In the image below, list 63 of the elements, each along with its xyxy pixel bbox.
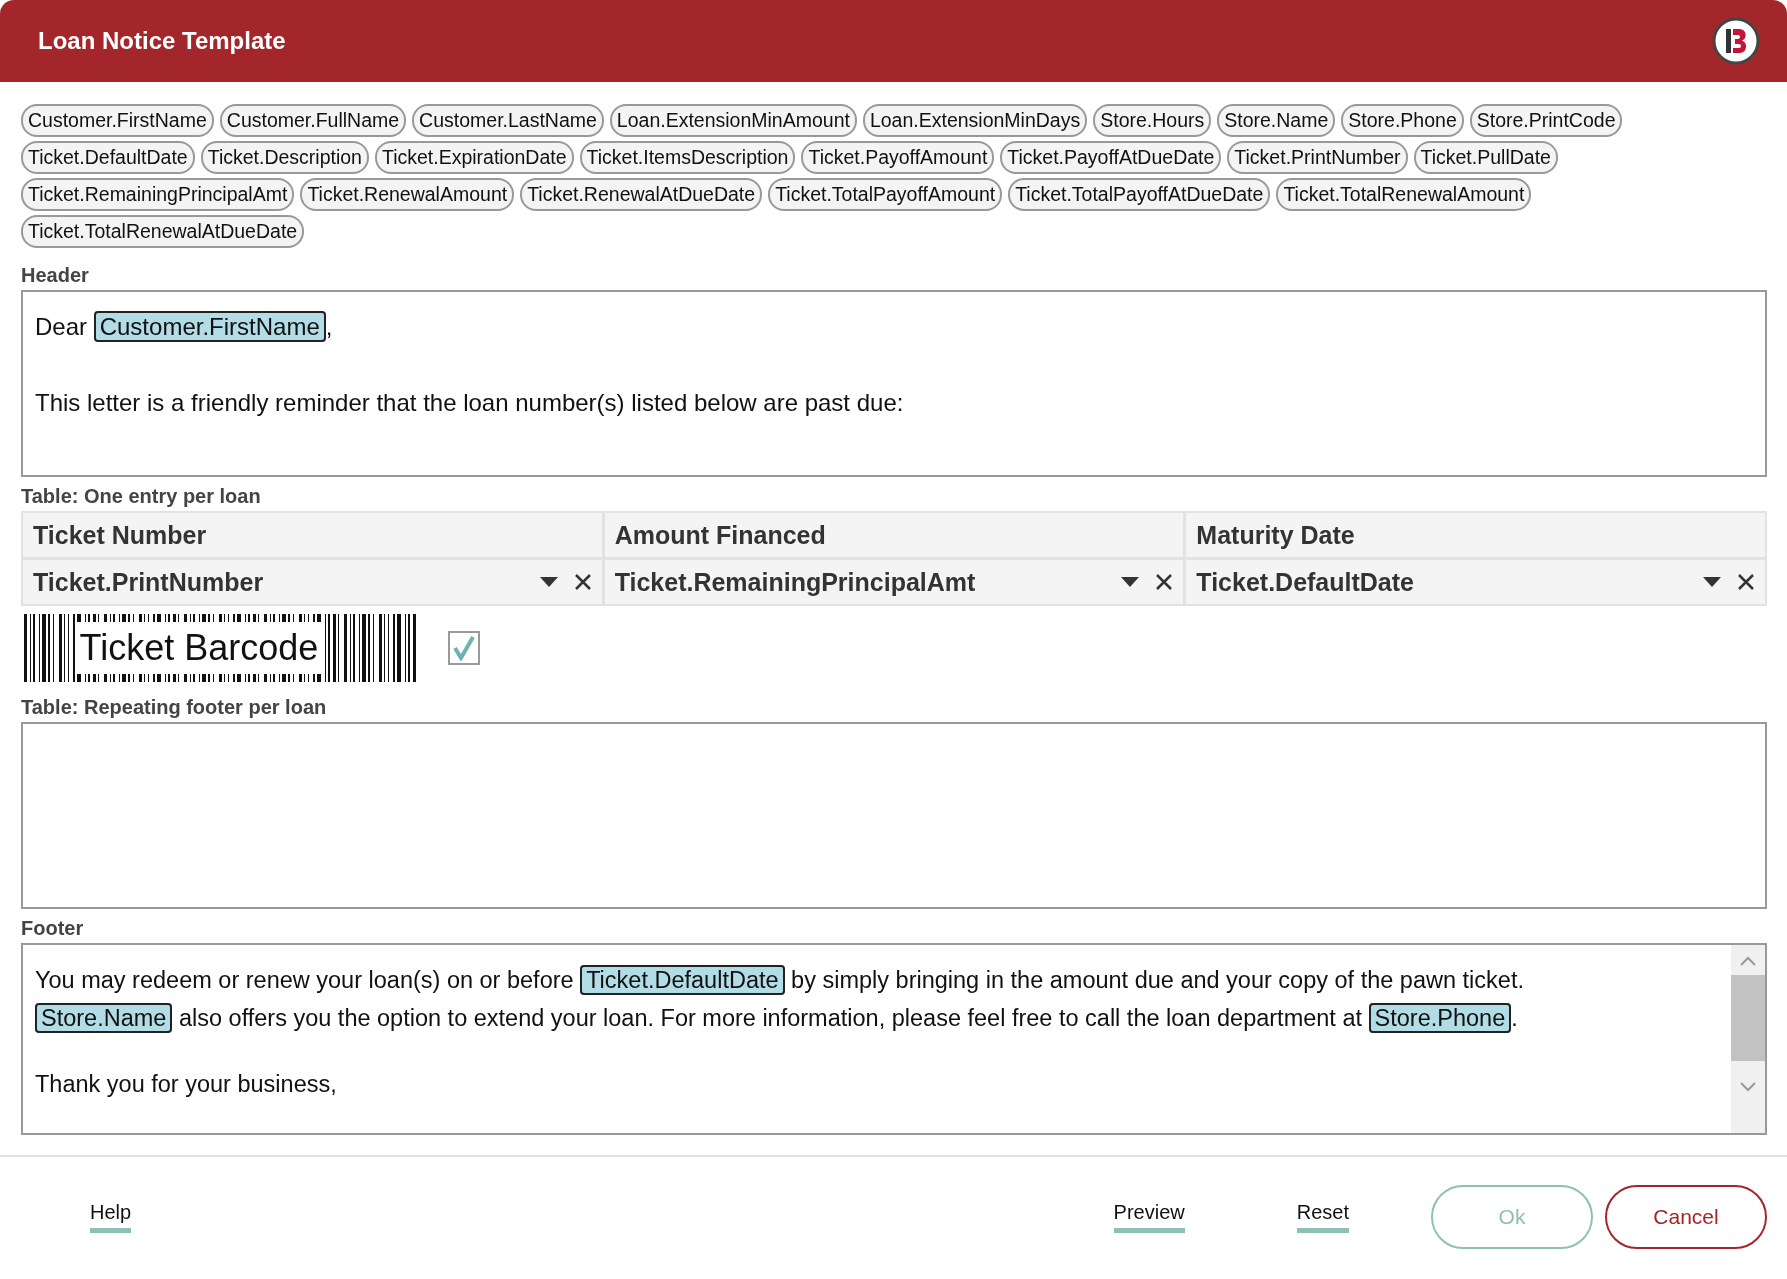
field-chip[interactable]: Loan.ExtensionMinAmount [609, 104, 857, 137]
scroll-down-icon [1739, 1081, 1757, 1093]
field-chip[interactable]: Ticket.TotalPayoffAtDueDate [1008, 178, 1271, 211]
checkbox[interactable] [448, 631, 480, 665]
caret-icon [539, 577, 558, 587]
field-chip[interactable]: Ticket.TotalRenewalAmount [1276, 178, 1532, 211]
column-field-dropdown[interactable]: Ticket.DefaultDate [1186, 560, 1765, 604]
cancel-button[interactable]: Cancel [1605, 1185, 1767, 1249]
field-token[interactable]: Store.Name [35, 1003, 173, 1033]
field-chip[interactable]: Ticket.PayoffAmount [801, 141, 995, 174]
paragraph: This letter is a friendly reminder that the loan number(s) listed below are past due: [35, 388, 905, 418]
field-chip[interactable]: Customer.LastName [412, 104, 604, 137]
section-label: Header [21, 264, 90, 287]
repeating-footer-editor[interactable] [21, 722, 1767, 909]
field-chip[interactable]: Ticket.PayoffAtDueDate [1000, 141, 1222, 174]
caret-icon [1703, 577, 1721, 587]
section-label: Table: One entry per loan [21, 485, 262, 508]
field-token[interactable]: Customer.FirstName [93, 311, 326, 342]
column-field-dropdown[interactable]: Ticket.PrintNumber [23, 560, 602, 604]
logo-icon [1711, 16, 1761, 66]
close-icon[interactable] [573, 573, 592, 591]
scrollbar[interactable] [1731, 945, 1765, 1133]
help-link[interactable]: Help [90, 1201, 132, 1233]
footer-editor[interactable] [21, 943, 1767, 1135]
close-icon[interactable] [1737, 573, 1755, 591]
column-field-dropdown[interactable]: Ticket.RemainingPrincipalAmt [604, 560, 1184, 604]
field-chip[interactable]: Ticket.DefaultDate [21, 141, 195, 174]
paragraph: You may redeem or renew your loan(s) on or before Ticket.DefaultDate by simply bringing in the amount due and your copy of the pawn ticket. Store.Name also offers you the option to extend your loan. For more information, please feel free to call the loan department at Store.Phone . [35, 964, 1525, 1035]
link-button[interactable]: Preview [1113, 1201, 1185, 1233]
field-token[interactable]: Ticket.DefaultDate [580, 965, 785, 995]
close-icon[interactable] [1155, 573, 1174, 591]
field-chip[interactable]: Ticket.PullDate [1413, 141, 1558, 174]
field-chip[interactable]: Ticket.ItemsDescription [579, 141, 796, 174]
column-header: Ticket Number [23, 513, 602, 557]
field-chip[interactable]: Loan.ExtensionMinDays [862, 104, 1088, 137]
field-chip[interactable]: Store.Name [1217, 104, 1336, 137]
field-chip[interactable]: Ticket.RemainingPrincipalAmt [21, 178, 295, 211]
field-chip[interactable]: Ticket.Description [200, 141, 369, 174]
section-label: Table: Repeating footer per loan [21, 696, 328, 719]
scroll-thumb[interactable] [1731, 975, 1765, 1061]
field-chip[interactable]: Store.Phone [1341, 104, 1464, 137]
field-chip[interactable]: Customer.FullName [219, 104, 407, 137]
field-chip[interactable]: Customer.FirstName [21, 104, 214, 137]
field-chip[interactable]: Store.Hours [1093, 104, 1212, 137]
field-chip[interactable]: Ticket.TotalRenewalAtDueDate [21, 215, 305, 248]
section-label: Footer [21, 917, 85, 940]
caret-icon [1121, 577, 1140, 587]
column-header: Amount Financed [604, 513, 1184, 557]
paragraph: Dear Customer.FirstName , [35, 310, 334, 344]
scroll-up-icon [1739, 955, 1757, 967]
field-chip[interactable]: Ticket.RenewalAmount [300, 178, 515, 211]
field-chip[interactable]: Ticket.TotalPayoffAmount [768, 178, 1003, 211]
paragraph: Thank you for your business, [35, 1070, 338, 1099]
header-editor[interactable]: Dear Customer.FirstName , This letter is a friendly reminder that the loan number(s) listed below are past due: [21, 290, 1767, 477]
field-token[interactable]: Store.Phone [1368, 1003, 1512, 1033]
field-chip[interactable]: Ticket.ExpirationDate [374, 141, 574, 174]
checkmark-icon [452, 635, 476, 661]
field-chip[interactable]: Ticket.PrintNumber [1227, 141, 1408, 174]
window-title: Loan Notice Template [38, 27, 286, 55]
link-button[interactable]: Reset [1296, 1201, 1349, 1233]
column-header: Maturity Date [1186, 513, 1765, 557]
field-chip[interactable]: Ticket.RenewalAtDueDate [520, 178, 763, 211]
field-chip[interactable]: Store.PrintCode [1469, 104, 1623, 137]
